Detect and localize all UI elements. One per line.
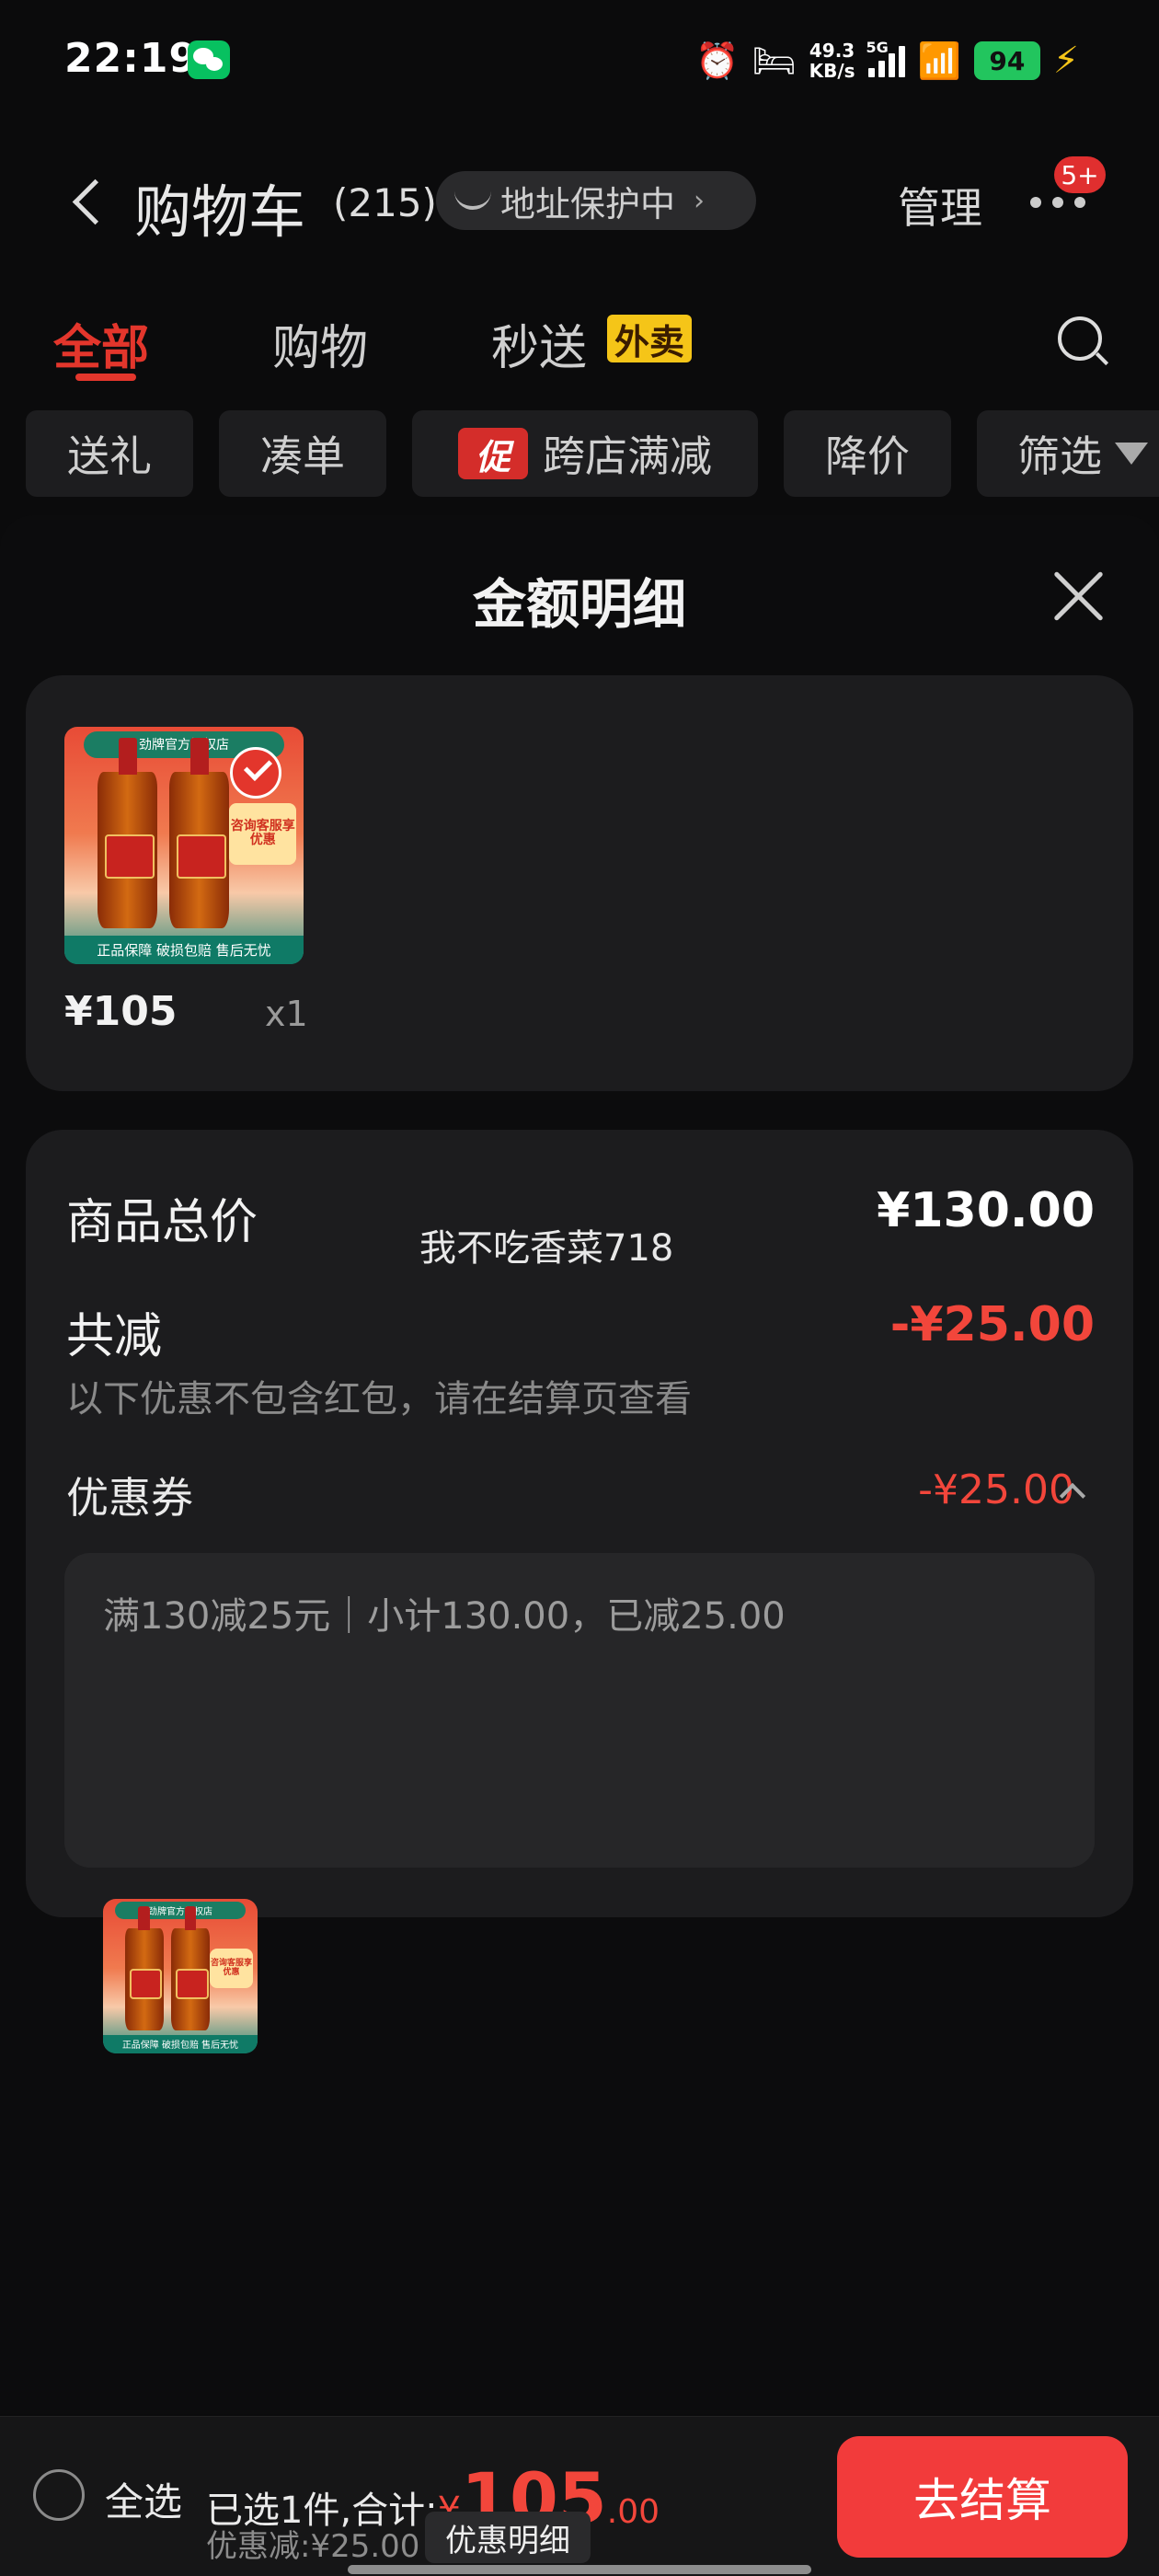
bottom-discount-note: 优惠减:¥25.00: [206, 2528, 420, 2565]
filter-label: 筛选: [1017, 431, 1102, 481]
item-quantity: x1: [265, 994, 308, 1034]
filter-button[interactable]: 筛选: [977, 410, 1159, 497]
sheet-title: 金额明细: [472, 573, 686, 636]
close-icon[interactable]: [1049, 567, 1107, 626]
filter-gift[interactable]: 送礼: [26, 410, 193, 497]
tab-all[interactable]: 全部: [53, 309, 149, 378]
promo-tag: 促: [458, 428, 528, 479]
coupon-value[interactable]: -¥25.00: [918, 1466, 1074, 1513]
coupon-detail-text: 满130减25元｜小计130.00，已减25.00: [103, 1595, 786, 1638]
alarm-icon: ⏰: [695, 40, 740, 81]
charging-icon: ⚡: [1052, 40, 1079, 82]
tab-shopping[interactable]: 购物: [272, 309, 368, 378]
store-banner: 劲牌官方授权店: [115, 1902, 246, 1919]
manage-button[interactable]: 管理: [898, 175, 982, 236]
bottle-graphic: [124, 1905, 164, 2030]
filter-combine-label: 凑单: [260, 431, 345, 481]
discount-note: 以下优惠不包含红包，请在结算页查看: [66, 1378, 692, 1420]
coupon-product-image[interactable]: 劲牌官方授权店 咨询客服享优惠 正品保障 破损包赔 售后无忧: [103, 1899, 258, 2053]
coupon-label[interactable]: 优惠券: [66, 1465, 193, 1525]
address-protection-label: 地址保护中: [500, 183, 676, 224]
net-speed: 49.3 KB/s: [809, 40, 855, 81]
discount-detail-button[interactable]: 优惠明细: [425, 2512, 591, 2563]
net-speed-value: 49.3: [809, 40, 855, 62]
total-amount-decimal: .00: [606, 2493, 660, 2531]
tab-fast-delivery[interactable]: 秒送: [491, 309, 587, 378]
total-discount-value: -¥25.00: [889, 1297, 1095, 1352]
sleep-icon: 🛏: [752, 40, 797, 81]
address-protection-pill[interactable]: 地址保护中 ›: [436, 171, 756, 230]
user-watermark: 我不吃香菜718: [419, 1227, 674, 1270]
filter-price-drop-label: 降价: [825, 431, 910, 481]
network-type: 5G: [866, 39, 889, 56]
total-price-value: ¥130.00: [877, 1183, 1095, 1238]
search-icon[interactable]: [1058, 316, 1102, 361]
promo-seal: 咨询客服享优惠: [229, 802, 297, 865]
takeout-tag: 外卖: [607, 315, 693, 362]
funnel-icon: [1115, 443, 1148, 465]
filter-cross-store-label: 跨店满减: [543, 431, 712, 481]
page-title: 购物车: [134, 178, 306, 246]
total-discount-label: 共减: [66, 1309, 163, 1364]
filter-combine[interactable]: 凑单: [219, 410, 386, 497]
bottle-graphic: [169, 737, 230, 929]
wifi-icon: 📶: [917, 40, 961, 81]
promo-seal: 咨询客服享优惠: [209, 1948, 253, 1989]
total-price-label: 商品总价: [66, 1195, 258, 1250]
select-all-radio[interactable]: [33, 2469, 85, 2521]
filter-gift-label: 送礼: [67, 431, 152, 481]
filter-price-drop[interactable]: 降价: [784, 410, 951, 497]
checkout-button[interactable]: 去结算: [837, 2436, 1128, 2558]
back-icon[interactable]: [66, 169, 99, 236]
smile-icon: [454, 191, 491, 210]
bottle-graphic: [170, 1905, 210, 2030]
home-indicator[interactable]: [348, 2565, 811, 2574]
guarantee-strip: 正品保障 破损包赔 售后无忧: [64, 936, 304, 964]
guarantee-strip: 正品保障 破损包赔 售后无忧: [103, 2034, 258, 2053]
bottle-graphic: [98, 737, 158, 929]
message-badge: 5+: [1054, 156, 1106, 193]
wechat-icon: [188, 40, 230, 79]
battery-level: 94: [989, 45, 1026, 76]
tab-active-indicator: [75, 374, 136, 381]
cart-count: (215): [333, 180, 437, 225]
status-time: 22:19: [64, 35, 199, 82]
filter-cross-store[interactable]: 促 跨店满减: [412, 410, 758, 497]
battery-icon: 94: [973, 41, 1040, 80]
select-all-label[interactable]: 全选: [105, 2471, 182, 2527]
checked-icon[interactable]: [230, 747, 281, 799]
status-icons: ⏰ 🛏 49.3 KB/s 5G 📶 94 ⚡: [695, 35, 1079, 86]
net-speed-unit: KB/s: [809, 60, 855, 82]
item-price: ¥105: [64, 988, 178, 1035]
chevron-right-icon: ›: [694, 184, 706, 217]
signal-icon: 5G: [866, 39, 905, 77]
